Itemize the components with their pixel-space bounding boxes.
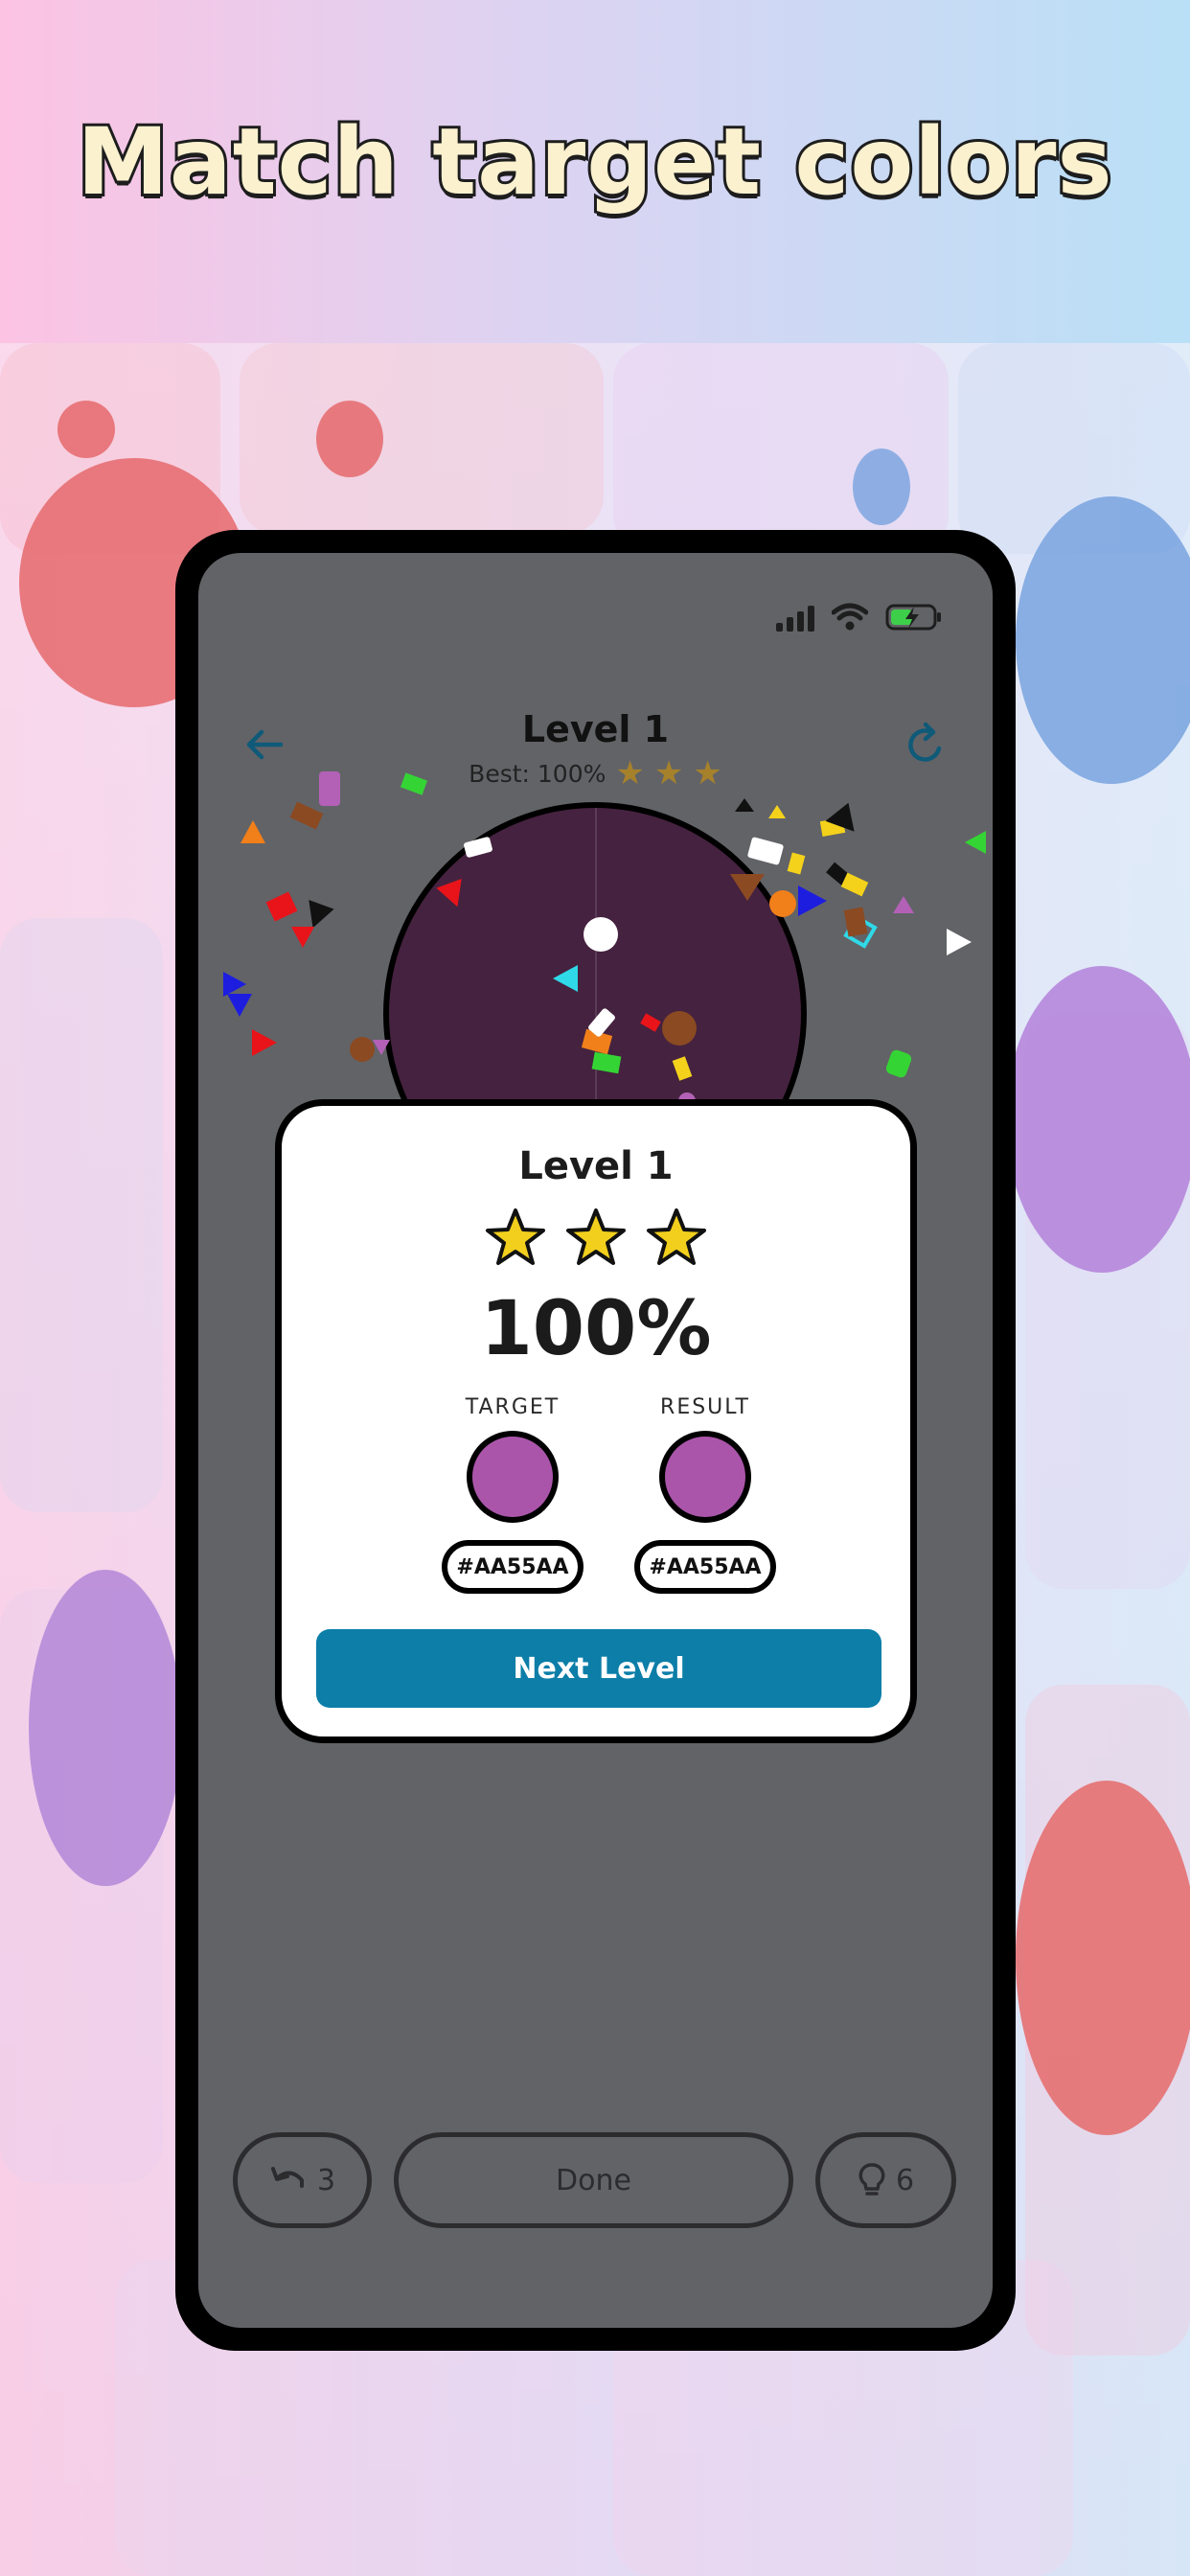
star-icon: ★ bbox=[653, 754, 684, 793]
done-label: Done bbox=[556, 2163, 631, 2197]
undo-count: 3 bbox=[316, 2163, 336, 2197]
star-icon bbox=[647, 1208, 706, 1265]
level-title: Level 1 bbox=[521, 708, 670, 750]
done-button[interactable]: Done bbox=[394, 2132, 793, 2228]
target-hex-badge: #AA55AA bbox=[442, 1540, 584, 1594]
result-stars bbox=[282, 1207, 910, 1270]
battery-charging-icon bbox=[885, 604, 941, 631]
star-icon: ★ bbox=[693, 754, 722, 793]
hint-button[interactable]: 6 bbox=[815, 2132, 956, 2228]
result-hex-badge: #AA55AA bbox=[634, 1540, 776, 1594]
star-icon bbox=[486, 1208, 545, 1265]
target-color-swatch bbox=[467, 1431, 559, 1523]
headline: Match target colors bbox=[74, 105, 1114, 218]
target-color-column: TARGET #AA55AA bbox=[436, 1395, 589, 1594]
undo-icon bbox=[270, 2167, 304, 2188]
result-title: Level 1 bbox=[518, 1144, 674, 1188]
star-icon: ★ bbox=[615, 754, 645, 793]
cellular-signal-icon bbox=[776, 603, 814, 632]
star-icon bbox=[566, 1208, 626, 1265]
bottom-controls: 3 Done 6 bbox=[233, 2132, 958, 2228]
game-screen: Level 1 Best: 100% ★ ★ ★ Level 1 100% TA… bbox=[198, 553, 993, 2328]
score-percentage: 100% bbox=[480, 1286, 712, 1372]
result-color-column: RESULT #AA55AA bbox=[629, 1395, 782, 1594]
status-bar bbox=[776, 603, 943, 632]
best-score: Best: 100% ★ ★ ★ bbox=[198, 754, 993, 793]
best-score-label: Best: 100% bbox=[469, 759, 606, 788]
refresh-icon[interactable] bbox=[897, 716, 954, 773]
hint-count: 6 bbox=[895, 2163, 915, 2197]
target-label: TARGET bbox=[465, 1395, 561, 1419]
wifi-icon bbox=[832, 603, 868, 631]
header-banner: Match target colors bbox=[0, 0, 1190, 343]
result-color-swatch bbox=[659, 1431, 751, 1523]
next-level-button[interactable]: Next Level bbox=[316, 1629, 881, 1708]
result-label: RESULT bbox=[660, 1395, 750, 1419]
level-top-bar: Level 1 Best: 100% ★ ★ ★ bbox=[198, 697, 993, 793]
undo-button[interactable]: 3 bbox=[233, 2132, 372, 2228]
lightbulb-icon bbox=[858, 2163, 885, 2196]
phone-frame: Level 1 Best: 100% ★ ★ ★ Level 1 100% TA… bbox=[175, 530, 1016, 2351]
result-card: Level 1 100% TARGET #AA55AA RESULT #AA55… bbox=[275, 1099, 917, 1743]
